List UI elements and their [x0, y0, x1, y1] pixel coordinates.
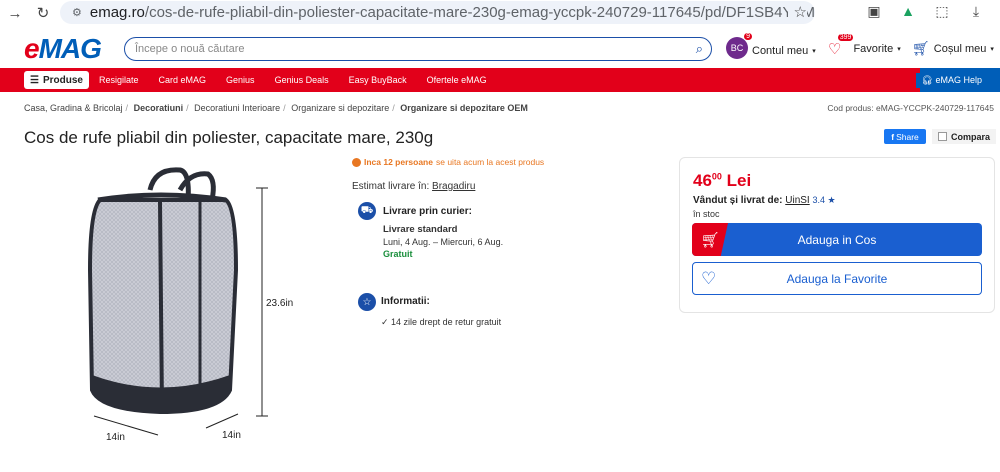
page-title: Cos de rufe pliabil din poliester, capac… [24, 128, 434, 147]
cart-menu[interactable]: 🛒︎ Coșul meu ▾ [912, 40, 994, 57]
favorites-badge: 399 [837, 34, 854, 41]
breadcrumb-item[interactable]: Decoratiuni Interioare [194, 103, 280, 113]
address-bar[interactable]: ⚙ emag.ro/cos-de-rufe-pliabil-din-polies… [60, 1, 815, 24]
reload-icon[interactable]: ↻ [32, 2, 54, 24]
info-title: Informatii: [381, 296, 430, 307]
delivery-title: Livrare prin curier: [383, 206, 472, 217]
bookmark-star-icon[interactable]: ☆ [787, 3, 807, 21]
extension-icon[interactable]: ▣ [865, 2, 883, 20]
dimension-height: 23.6in [266, 298, 294, 309]
add-to-favorites-button[interactable]: ♡ Adauga la Favorite [692, 262, 982, 295]
info-item: ✓ 14 zile drept de retur gratuit [381, 317, 502, 327]
menu-icon: ☰ [30, 74, 39, 86]
products-menu-button[interactable]: ☰ Produse [24, 71, 89, 89]
drive-icon[interactable]: ▲ [899, 2, 917, 20]
heart-outline-icon: ♡ [701, 269, 717, 288]
facebook-icon: f [891, 131, 895, 142]
delivery-dates: Luni, 4 Aug. – Miercuri, 6 Aug. [383, 237, 504, 247]
breadcrumb: Casa, Gradina & Bricolaj / Decoratiuni / D… [24, 103, 528, 113]
seller-name-link[interactable]: UinSI [785, 195, 809, 206]
cart-icon: 🛒︎ [692, 223, 728, 256]
nav-link-genius[interactable]: Genius [226, 75, 255, 85]
site-info-icon[interactable]: ⚙ [72, 6, 82, 19]
nav-link-card-emag[interactable]: Card eMAG [159, 75, 207, 85]
truck-icon: ⛟ [358, 202, 376, 220]
nav-link-ofertele[interactable]: Ofertele eMAG [427, 75, 487, 85]
puzzle-icon[interactable]: ⬚ [933, 2, 951, 20]
checkbox-icon [938, 132, 947, 141]
compare-checkbox[interactable]: Compara [932, 129, 997, 144]
add-to-cart-button[interactable]: 🛒︎ Adauga in Cos [692, 223, 982, 256]
dimension-width: 14in [106, 432, 125, 443]
breadcrumb-item[interactable]: Decoratiuni [134, 103, 184, 113]
check-icon: ✓ [381, 317, 392, 327]
search-input[interactable]: Începe o nouă căutare ⌕ [124, 37, 712, 61]
site-header: eMAG Începe o nouă căutare ⌕ BC 9 Contul … [0, 26, 1000, 68]
account-badge: 9 [744, 33, 752, 40]
emag-logo[interactable]: eMAG [24, 33, 102, 65]
viewers-notice: Inca 12 persoane se uita acum la acest pr… [352, 157, 544, 167]
heart-icon: ♡ 399 [828, 34, 854, 58]
share-button[interactable]: f Share [884, 129, 926, 144]
price: 4600 Lei [693, 171, 752, 190]
seller-info: Vândut și livrat de: UinSI 3.4 ★ [693, 195, 836, 206]
emag-help-link[interactable]: 🎧︎ eMAG Help [915, 73, 988, 88]
delivery-price: Gratuit [383, 249, 413, 259]
account-menu[interactable]: BC 9 Contul meu ▾ [726, 33, 816, 62]
favorites-label: Favorite [853, 43, 894, 55]
buy-box: 4600 Lei Vândut și livrat de: UinSI 3.4 … [679, 157, 995, 313]
search-icon[interactable]: ⌕ [696, 41, 703, 57]
seller-rating: 3.4 ★ [812, 195, 836, 205]
breadcrumb-item[interactable]: Organizare si depozitare [291, 103, 389, 113]
search-placeholder: Începe o nouă căutare [135, 43, 245, 55]
info-star-icon: ☆ [358, 293, 376, 311]
dimension-depth: 14in [222, 430, 241, 441]
headset-icon: 🎧︎ [921, 75, 936, 85]
favorites-menu[interactable]: ♡ 399 Favorite ▾ [828, 34, 901, 58]
browser-toolbar: → ↻ ⚙ emag.ro/cos-de-rufe-pliabil-din-po… [0, 0, 1000, 26]
delivery-type: Livrare standard [383, 224, 458, 235]
stock-status: în stoc [693, 209, 720, 219]
delivery-city-link[interactable]: Bragadiru [432, 181, 475, 192]
delivery-estimate: Estimat livrare în: Bragadiru [352, 181, 476, 192]
avatar: BC 9 [726, 33, 752, 59]
breadcrumb-item[interactable]: Organizare si depozitare OEM [400, 103, 528, 113]
product-image[interactable]: 23.6in 14in 14in [30, 160, 330, 450]
product-code: Cod produs: eMAG-YCCPK-240729-117645 [827, 103, 994, 113]
account-label: Contul meu [752, 45, 809, 57]
download-icon[interactable]: ⤓ [967, 2, 985, 20]
cart-label: Coșul meu [933, 42, 987, 55]
nav-link-genius-deals[interactable]: Genius Deals [275, 75, 329, 85]
cart-icon: 🛒︎ [912, 40, 930, 56]
fire-icon [352, 157, 361, 167]
breadcrumb-item[interactable]: Casa, Gradina & Bricolaj [24, 103, 123, 113]
nav-link-resigilate[interactable]: Resigilate [99, 75, 139, 85]
url-domain: emag.ro [89, 4, 145, 21]
main-nav: ☰ Produse Resigilate Card eMAG Genius Ge… [0, 68, 1000, 92]
nav-link-easy-buyback[interactable]: Easy BuyBack [349, 75, 407, 85]
forward-icon[interactable]: → [4, 2, 26, 24]
url-path: /cos-de-rufe-pliabil-din-poliester-capac… [144, 4, 815, 21]
